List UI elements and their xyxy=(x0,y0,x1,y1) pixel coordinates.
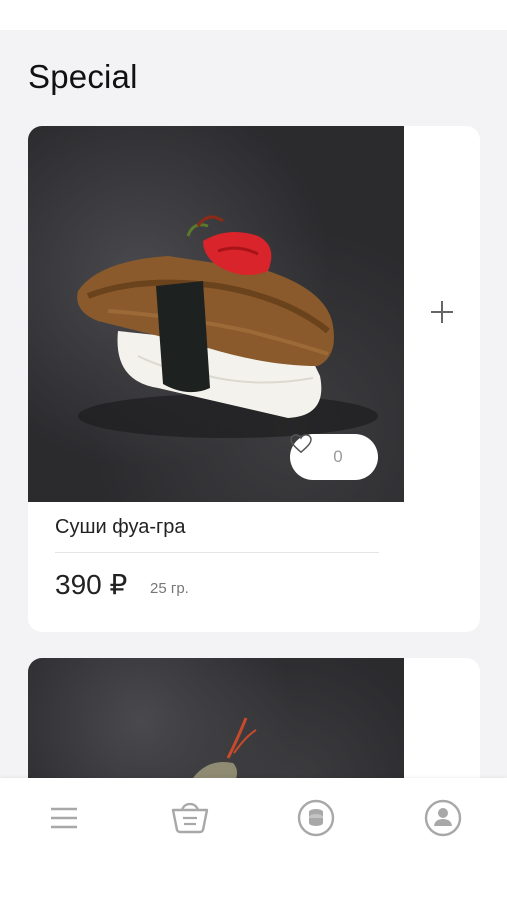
product-image: 0 xyxy=(28,126,404,502)
product-card[interactable]: 0 Суши фуа-гра 390 ₽ 25 гр. xyxy=(28,126,480,632)
menu-icon xyxy=(49,806,79,835)
plus-icon xyxy=(429,299,455,330)
product-name: Суши фуа-гра xyxy=(55,516,186,538)
section-title: Special xyxy=(28,58,138,95)
profile-icon xyxy=(423,798,463,843)
nav-profile-button[interactable] xyxy=(423,798,463,843)
nav-menu-button[interactable] xyxy=(44,800,84,840)
add-to-cart-button[interactable] xyxy=(404,126,480,502)
cart-icon xyxy=(170,802,210,839)
like-button[interactable]: 0 xyxy=(290,434,378,480)
nav-cart-button[interactable] xyxy=(170,800,210,840)
coins-icon xyxy=(296,798,336,843)
product-price: 390 ₽ xyxy=(55,569,128,600)
bottom-navigation xyxy=(0,778,507,900)
nav-bonus-button[interactable] xyxy=(296,798,336,843)
status-bar-area xyxy=(0,0,507,30)
product-weight: 25 гр. xyxy=(150,580,189,597)
like-count: 0 xyxy=(333,447,343,466)
divider xyxy=(55,552,379,553)
